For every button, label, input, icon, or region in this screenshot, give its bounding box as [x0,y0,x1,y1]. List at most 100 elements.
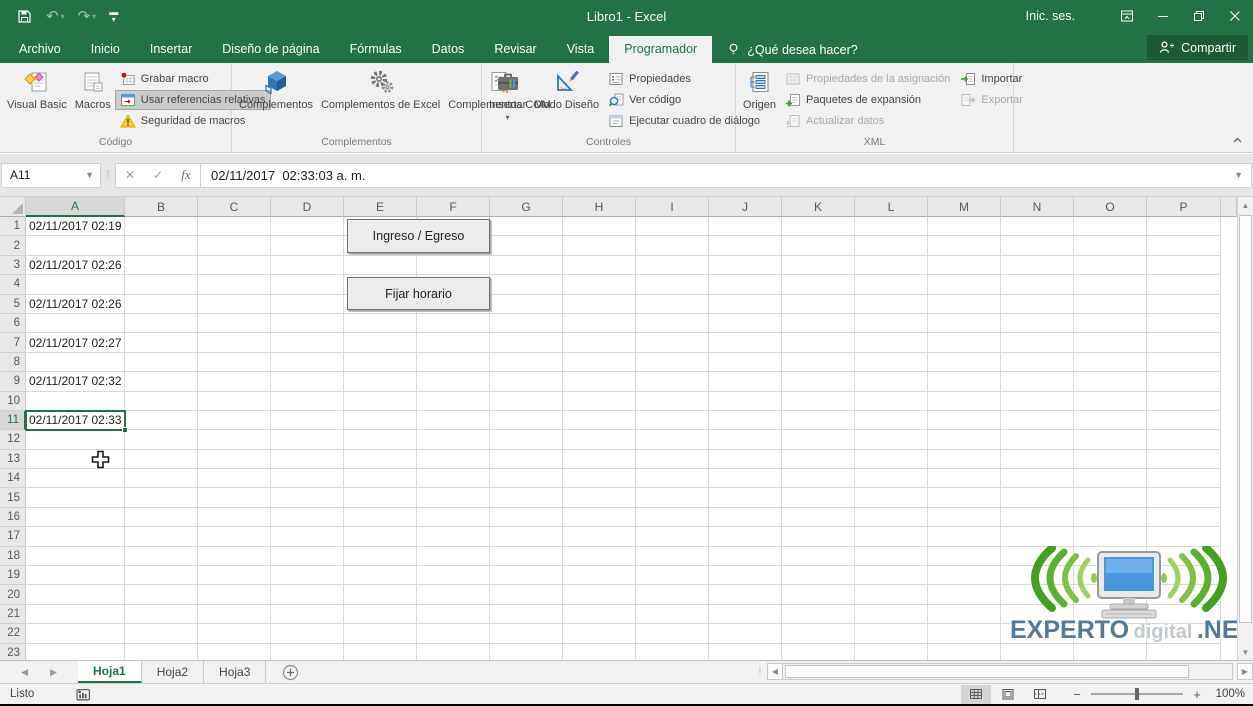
cell-O8[interactable] [1074,352,1147,373]
new-sheet-button[interactable] [282,661,299,683]
scroll-right-icon[interactable]: ▶ [1237,663,1253,680]
cell-J11[interactable] [709,410,782,431]
cell-H15[interactable] [563,488,636,508]
cell-D21[interactable] [271,604,344,625]
cell-O11[interactable] [1074,410,1147,431]
row-header-13[interactable]: 13 [0,449,26,470]
cell-O9[interactable] [1074,372,1147,392]
cell-H19[interactable] [563,566,636,586]
cell-O10[interactable] [1074,391,1147,411]
cell-M2[interactable] [928,236,1001,256]
cell-N18[interactable] [1001,546,1074,567]
cell-M9[interactable] [928,372,1001,392]
cell-D19[interactable] [271,566,344,586]
cell-K3[interactable] [782,255,855,276]
cell-C11[interactable] [198,410,271,431]
cell-I21[interactable] [636,604,709,625]
cell-E16[interactable] [344,507,417,528]
cell-D17[interactable] [271,527,344,547]
column-header-A[interactable]: A [26,197,125,217]
cell-K12[interactable] [782,430,855,450]
cell-B10[interactable] [125,391,198,411]
customize-qat-button[interactable]: ▬ ▾ [109,8,118,24]
row-header-10[interactable]: 10 [0,391,26,411]
row-header-6[interactable]: 6 [0,313,26,334]
cell-K17[interactable] [782,527,855,547]
zoom-slider[interactable] [1091,688,1183,700]
cell-B3[interactable] [125,255,198,276]
cell-G1[interactable] [490,217,563,237]
row-header-12[interactable]: 12 [0,430,26,450]
cell-K19[interactable] [782,566,855,586]
column-header-O[interactable]: O [1074,197,1147,217]
row-header-18[interactable]: 18 [0,546,26,567]
cell-B15[interactable] [125,488,198,508]
cell-J13[interactable] [709,449,782,470]
cell-I1[interactable] [636,217,709,237]
cell-D6[interactable] [271,313,344,334]
cell-J22[interactable] [709,624,782,644]
cell-K14[interactable] [782,469,855,489]
cell-L13[interactable] [855,449,928,470]
redo-button[interactable]: ↷ ▾ [78,7,97,25]
cell-F16[interactable] [417,507,490,528]
cell-F10[interactable] [417,391,490,411]
cell-J3[interactable] [709,255,782,276]
cell-J5[interactable] [709,294,782,314]
cell-C1[interactable] [198,217,271,237]
cell-H4[interactable] [563,275,636,295]
cell-P15[interactable] [1147,488,1221,508]
expand-formula-bar-icon[interactable]: ▼ [1234,170,1251,180]
cell-A15[interactable] [26,488,125,508]
cell-J8[interactable] [709,352,782,373]
column-header-B[interactable]: B [125,197,198,217]
column-header-E[interactable]: E [344,197,417,217]
cell-E7[interactable] [344,333,417,353]
cell-L23[interactable] [855,643,928,660]
cell-B22[interactable] [125,624,198,644]
cell-K4[interactable] [782,275,855,295]
cell-M14[interactable] [928,469,1001,489]
cell-A20[interactable] [26,585,125,605]
cell-P12[interactable] [1147,430,1221,450]
cell-K5[interactable] [782,294,855,314]
row-header-1[interactable]: 1 [0,217,26,237]
cell-L22[interactable] [855,624,928,644]
column-header-P[interactable]: P [1147,197,1221,217]
cell-A5[interactable]: 02/11/2017 02:26 [26,294,125,314]
cell-P14[interactable] [1147,469,1221,489]
column-header-D[interactable]: D [271,197,344,217]
cell-F9[interactable] [417,372,490,392]
cell-J17[interactable] [709,527,782,547]
cell-N16[interactable] [1001,507,1074,528]
cell-L9[interactable] [855,372,928,392]
cell-A22[interactable] [26,624,125,644]
column-header-I[interactable]: I [636,197,709,217]
cell-H17[interactable] [563,527,636,547]
cell-D9[interactable] [271,372,344,392]
cell-I16[interactable] [636,507,709,528]
cell-P19[interactable] [1147,566,1221,586]
cell-J14[interactable] [709,469,782,489]
horizontal-scrollbar[interactable]: ⁞ ◀ ▶ [753,660,1253,683]
cell-I13[interactable] [636,449,709,470]
cell-B12[interactable] [125,430,198,450]
cell-A13[interactable] [26,449,125,470]
cell-J6[interactable] [709,313,782,334]
button-paquetes-de-expansion[interactable]: Paquetes de expansión [780,90,955,110]
cell-B4[interactable] [125,275,198,295]
tab-revisar[interactable]: Revisar [479,36,551,63]
cell-G18[interactable] [490,546,563,567]
row-header-14[interactable]: 14 [0,469,26,489]
cell-P7[interactable] [1147,333,1221,353]
cell-B13[interactable] [125,449,198,470]
cell-C6[interactable] [198,313,271,334]
cell-E18[interactable] [344,546,417,567]
cell-N2[interactable] [1001,236,1074,256]
cell-G10[interactable] [490,391,563,411]
row-header-4[interactable]: 4 [0,275,26,295]
cell-E8[interactable] [344,352,417,373]
cell-G20[interactable] [490,585,563,605]
cell-B21[interactable] [125,604,198,625]
cell-D1[interactable] [271,217,344,237]
